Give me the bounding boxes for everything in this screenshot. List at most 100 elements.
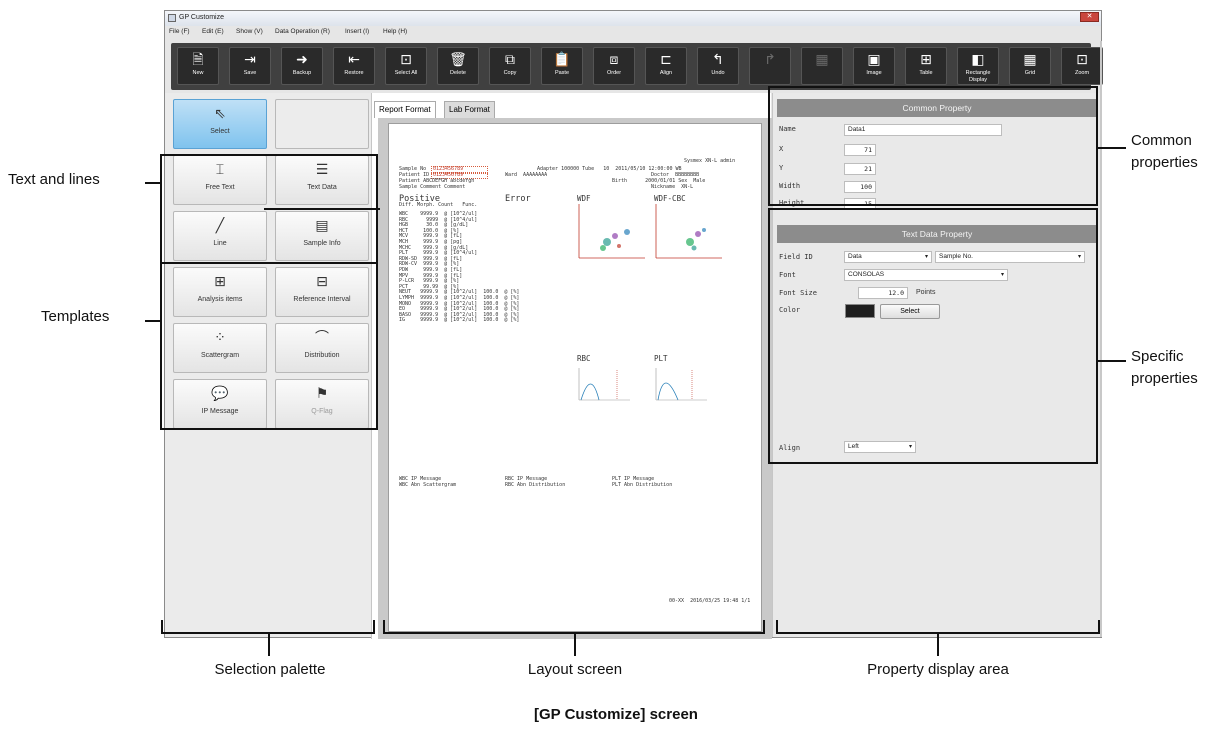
wdf-cbc-scattergram: [655, 204, 722, 259]
report-paper[interactable]: Sysmex XN-L admin Sample No 0123456789 P…: [388, 123, 762, 632]
toolbar-button-undo[interactable]: ↰ Undo: [697, 47, 739, 85]
wbc-ip-message: WBC IP Message WBC Abn Scattergram: [399, 476, 457, 488]
property-display-area-label: Property display area: [867, 661, 1009, 678]
tab-lab-format[interactable]: Lab Format: [444, 101, 495, 118]
toolbar-label: Align: [659, 70, 673, 76]
paper-canvas-area[interactable]: Sysmex XN-L admin Sample No 0123456789 P…: [378, 118, 772, 639]
toolbar-label: Zoom: [1074, 70, 1090, 76]
menu-help[interactable]: Help (H): [383, 28, 407, 35]
save-icon: ⇥: [244, 52, 256, 68]
toolbar-button-rectangle-display[interactable]: ◧ Rectangle Display: [957, 47, 999, 85]
zoom-icon: ⊡: [1076, 52, 1088, 68]
toolbar-button-save[interactable]: ⇥ Save: [229, 47, 271, 85]
layout-tick: [574, 634, 576, 656]
layout-screen-label: Layout screen: [527, 661, 623, 678]
menu-data-operation[interactable]: Data Operation (R): [275, 28, 330, 35]
templates-label: Templates: [41, 308, 110, 325]
toolbar-button-image[interactable]: ▣ Image: [853, 47, 895, 85]
toolbar-button-grid[interactable]: ▦ Grid: [1009, 47, 1051, 85]
menu-show[interactable]: Show (V): [236, 28, 263, 35]
selection-palette-label: Selection palette: [214, 661, 326, 678]
report-footer: 00-XX 2016/03/25 19:48 1/1: [669, 598, 751, 604]
window-title: GP Customize: [179, 14, 224, 21]
specific-properties-bracket: [768, 208, 1098, 464]
error-heading: Error: [505, 194, 531, 204]
palette-label: Select: [210, 128, 230, 135]
sample-comment-line: Sample Comment Comment: [399, 184, 466, 190]
layout-screen: Report Format Lab Format Sysmex XN-L adm…: [371, 93, 772, 639]
wdf-scattergram: [578, 204, 645, 259]
delete-icon: 🗑: [449, 52, 467, 68]
redo-icon: ↱: [764, 52, 776, 68]
toolbar-label: Undo: [711, 70, 725, 76]
menu-insert[interactable]: Insert (I): [345, 28, 369, 35]
diff-line: Diff. Morph. Count Func.: [399, 202, 478, 208]
toolbar-label: Image: [866, 70, 882, 76]
rbc-heading: RBC: [577, 354, 591, 363]
toolbar-label: Table: [919, 70, 933, 76]
toolbar-button-paste[interactable]: 📋 Paste: [541, 47, 583, 85]
toolbar-button-group[interactable]: ▦: [801, 47, 843, 85]
toolbar-label: Rectangle Display: [965, 70, 991, 83]
ward-line: Ward AAAAAAAA: [505, 172, 548, 178]
common-properties-bracket: [768, 86, 1098, 206]
toolbar-button-select-all[interactable]: ⊡ Select All: [385, 47, 427, 85]
rbc-ip-message: RBC IP Message RBC Abn Distribution: [505, 476, 566, 488]
toolbar-label: Backup: [292, 70, 312, 76]
table-icon: ⊞: [920, 52, 932, 68]
new-doc-icon: 🗎: [192, 52, 204, 68]
plt-heading: PLT: [654, 354, 668, 363]
menu-edit[interactable]: Edit (E): [202, 28, 224, 35]
grid-icon: ▦: [1023, 52, 1037, 68]
window-scrollbar[interactable]: [1100, 41, 1102, 637]
toolbar-button-delete[interactable]: 🗑 Delete: [437, 47, 479, 85]
toolbar-button-zoom[interactable]: ⊡ Zoom: [1061, 47, 1103, 85]
toolbar-button-backup[interactable]: ➜ Backup: [281, 47, 323, 85]
tab-report-format[interactable]: Report Format: [374, 101, 436, 118]
palette-select[interactable]: ⇖ Select: [173, 99, 267, 149]
app-icon: [168, 14, 176, 22]
toolbar-button-copy[interactable]: ⧉ Copy: [489, 47, 531, 85]
group-icon: ▦: [815, 52, 829, 68]
palette-tick: [268, 634, 270, 656]
toolbar-label: New: [192, 70, 204, 76]
palette-bottom-bracket: [161, 620, 375, 634]
nickname-line: Nickname XN-L: [651, 184, 694, 190]
toolbar-button-table[interactable]: ⊞ Table: [905, 47, 947, 85]
templates-bracket-top: [264, 208, 380, 210]
close-button[interactable]: ✕: [1080, 12, 1099, 22]
text-and-lines-label: Text and lines: [8, 171, 100, 188]
lab-values-block: WBC 9999.9 @ [10^2/ul] RBC 9999 @ [10^4/…: [399, 211, 520, 324]
toolbar-label: Paste: [554, 70, 570, 76]
toolbar-label: Save: [243, 70, 257, 76]
cursor-icon: ⇖: [214, 106, 226, 122]
layout-bottom-bracket: [383, 620, 765, 634]
specific-pointer: [1098, 360, 1126, 362]
copy-icon: ⧉: [505, 52, 515, 68]
toolbar-button-new[interactable]: 🗎 New: [177, 47, 219, 85]
palette-empty-slot: [275, 99, 369, 149]
specific-properties-label: Specific properties: [1131, 348, 1198, 387]
toolbar: 🗎 New ⇥ Save ➜ Backup ⇤ Restore ⊡ Select All 🗑 Dele…: [171, 43, 1103, 90]
figure: GP Customize ✕ File (F) Edit (E) Show (V…: [0, 0, 1232, 731]
rectangle-display-icon: ◧: [971, 52, 985, 68]
toolbar-button-redo[interactable]: ↱: [749, 47, 791, 85]
toolbar-button-order[interactable]: ⧈ Order: [593, 47, 635, 85]
paste-icon: 📋: [553, 52, 571, 68]
common-properties-label: Common properties: [1131, 132, 1198, 171]
menu-bar: File (F) Edit (E) Show (V) Data Operatio…: [165, 26, 1101, 39]
templates-pointer: [145, 320, 160, 322]
common-pointer: [1098, 147, 1126, 149]
select-all-icon: ⊡: [400, 52, 412, 68]
image-icon: ▣: [867, 52, 881, 68]
report-header: Sysmex XN-L admin: [684, 158, 736, 164]
templates-bracket: [160, 210, 378, 430]
restore-icon: ⇤: [348, 52, 360, 68]
title-bar: GP Customize ✕: [165, 11, 1101, 26]
toolbar-button-align[interactable]: ⊏ Align: [645, 47, 687, 85]
toolbar-button-restore[interactable]: ⇤ Restore: [333, 47, 375, 85]
plt-distribution: [655, 368, 707, 401]
property-bottom-bracket: [776, 620, 1100, 634]
toolbar-label: Copy: [503, 70, 517, 76]
menu-file[interactable]: File (F): [169, 28, 190, 35]
